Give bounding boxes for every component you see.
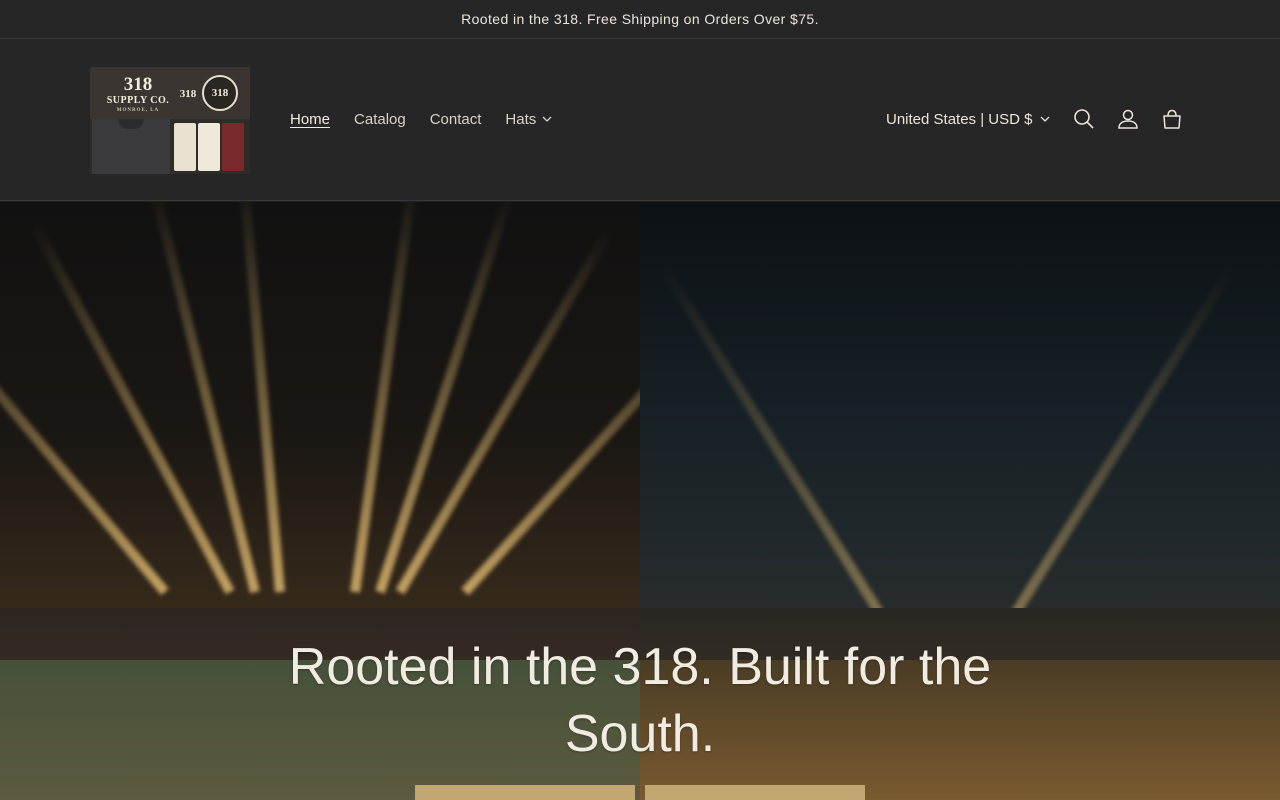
hero-banner: Rooted in the 318. Built for the South. bbox=[0, 202, 1280, 800]
hero-secondary-button[interactable] bbox=[645, 785, 865, 800]
logo-tshirt-collar bbox=[118, 119, 144, 129]
logo-line-1: 318 bbox=[123, 74, 153, 95]
store-logo[interactable]: 318 SUPPLY CO. MONROE, LA 318 318 bbox=[90, 67, 250, 174]
main-nav: Home Catalog Contact Hats bbox=[290, 111, 552, 128]
logo-hang-tag bbox=[174, 123, 196, 171]
country-currency-selector[interactable]: United States | USD $ bbox=[886, 111, 1050, 128]
search-icon bbox=[1073, 108, 1095, 133]
logo-hang-tag bbox=[198, 123, 220, 171]
light-beam bbox=[658, 263, 890, 625]
logo-line-3: MONROE, LA bbox=[116, 108, 160, 113]
hero-heading: Rooted in the 318. Built for the South. bbox=[288, 638, 992, 763]
nav-item-label: Contact bbox=[429, 111, 482, 128]
announcement-bar: Rooted in the 318. Free Shipping on Orde… bbox=[0, 0, 1280, 39]
nav-item-catalog[interactable]: Catalog bbox=[354, 111, 406, 128]
logo-tshirt-image bbox=[92, 119, 170, 174]
light-beam bbox=[350, 202, 419, 593]
logo-small-mark: 318 bbox=[179, 88, 197, 100]
hero-primary-button[interactable] bbox=[415, 785, 635, 800]
cart-icon bbox=[1161, 108, 1183, 133]
account-icon bbox=[1117, 108, 1139, 133]
light-beam bbox=[1005, 263, 1237, 625]
logo-seal: 318 bbox=[202, 75, 238, 111]
cart-button[interactable] bbox=[1158, 106, 1186, 134]
logo-hang-tag bbox=[222, 123, 244, 171]
account-button[interactable] bbox=[1114, 106, 1142, 134]
nav-item-label: Home bbox=[290, 111, 331, 128]
chevron-down-icon bbox=[1040, 114, 1050, 125]
nav-item-hats[interactable]: Hats bbox=[505, 111, 552, 128]
logo-wordmark: 318 SUPPLY CO. MONROE, LA bbox=[98, 75, 178, 113]
nav-item-home[interactable]: Home bbox=[290, 111, 330, 128]
chevron-down-icon bbox=[542, 114, 552, 125]
search-button[interactable] bbox=[1070, 106, 1098, 134]
nav-item-label: Catalog bbox=[354, 111, 406, 128]
site-header: 318 SUPPLY CO. MONROE, LA 318 318 Home C… bbox=[0, 39, 1280, 201]
logo-line-2: SUPPLY CO. bbox=[106, 95, 170, 106]
nav-item-contact[interactable]: Contact bbox=[430, 111, 482, 128]
nav-item-label: Hats bbox=[505, 111, 537, 128]
region-label: United States | USD $ bbox=[886, 111, 1033, 128]
announcement-text: Rooted in the 318. Free Shipping on Orde… bbox=[461, 11, 819, 27]
